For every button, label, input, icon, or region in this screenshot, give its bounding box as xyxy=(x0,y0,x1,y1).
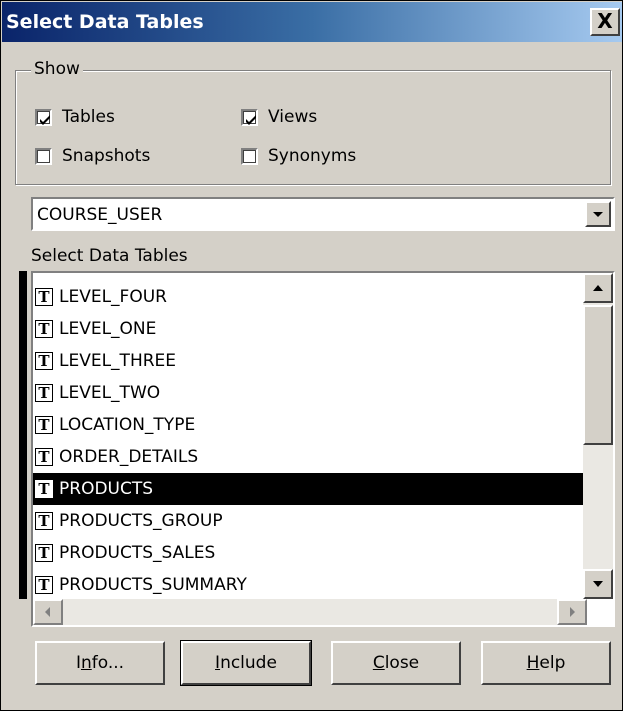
list-item-label: LEVEL_FOUR xyxy=(59,287,167,307)
owner-dropdown[interactable]: COURSE_USER xyxy=(31,197,615,231)
list-item[interactable]: T PRODUCTS_SALES xyxy=(33,537,587,569)
table-icon: T xyxy=(35,288,53,306)
list-item[interactable]: T LEVEL_THREE xyxy=(33,345,587,377)
dialog-title: Select Data Tables xyxy=(6,11,204,33)
views-checkbox[interactable]: Views xyxy=(241,105,317,129)
checkbox-box xyxy=(35,108,52,126)
snapshots-checkbox-label: Snapshots xyxy=(62,146,151,166)
table-icon: T xyxy=(35,320,53,338)
close-label-post: lose xyxy=(384,653,420,673)
close-button[interactable]: Close xyxy=(331,641,461,685)
table-icon: T xyxy=(35,576,53,594)
list-item[interactable]: T PRODUCTS xyxy=(33,473,587,505)
arrow-right-icon xyxy=(570,607,575,617)
arrow-down-icon xyxy=(593,581,603,587)
close-icon: X xyxy=(597,9,613,33)
synonyms-checkbox-label: Synonyms xyxy=(268,146,357,166)
list-item-label: PRODUCTS_GROUP xyxy=(59,511,223,531)
table-icon: T xyxy=(35,448,53,466)
close-label-mnemonic: C xyxy=(372,653,385,673)
arrow-left-icon xyxy=(45,607,50,617)
table-icon: T xyxy=(35,416,53,434)
list-item-label: LEVEL_ONE xyxy=(59,319,157,339)
help-label-mnemonic: H xyxy=(526,653,540,673)
table-icon: T xyxy=(35,352,53,370)
list-item[interactable]: T PRODUCTS_GROUP xyxy=(33,505,587,537)
checkbox-box xyxy=(35,147,52,165)
tables-checkbox[interactable]: Tables xyxy=(35,105,115,129)
horizontal-scrollbar[interactable] xyxy=(33,599,587,625)
tables-list-rows: T LEVEL_FOUR T LEVEL_ONE T LEVEL_THREE T LEVEL_… xyxy=(33,281,587,601)
table-icon: T xyxy=(35,544,53,562)
list-item-label: PRODUCTS xyxy=(59,479,154,499)
info-label-mnemonic: n xyxy=(80,653,92,673)
show-group-label: Show xyxy=(31,59,83,79)
list-item[interactable]: T PRODUCTS_SUMMARY xyxy=(33,569,587,601)
list-item-label: LOCATION_TYPE xyxy=(59,415,196,435)
focus-indicator-bar xyxy=(19,271,27,599)
list-item-label: PRODUCTS_SALES xyxy=(59,543,216,563)
scroll-down-button[interactable] xyxy=(583,569,613,599)
help-button[interactable]: Help xyxy=(481,641,611,685)
table-icon: T xyxy=(35,384,53,402)
arrow-up-icon xyxy=(593,285,603,291)
include-label-post: nclude xyxy=(220,653,277,673)
tables-list-label: Select Data Tables xyxy=(31,246,188,266)
table-icon: T xyxy=(35,512,53,530)
list-item[interactable]: T LEVEL_TWO xyxy=(33,377,587,409)
synonyms-checkbox[interactable]: Synonyms xyxy=(241,144,356,168)
close-window-button[interactable]: X xyxy=(590,8,620,36)
checkbox-box xyxy=(241,108,258,126)
select-data-tables-dialog: Select Data Tables X Show Tables Views S… xyxy=(0,0,623,711)
list-item[interactable]: T LOCATION_TYPE xyxy=(33,409,587,441)
list-item-label: LEVEL_THREE xyxy=(59,351,177,371)
scroll-thumb[interactable] xyxy=(583,305,613,445)
help-label-post: elp xyxy=(539,653,566,673)
owner-dropdown-value: COURSE_USER xyxy=(37,205,163,225)
list-item[interactable]: T LEVEL_ONE xyxy=(33,313,587,345)
vertical-scrollbar[interactable] xyxy=(583,273,613,599)
chevron-down-icon xyxy=(593,212,603,217)
info-label-post: fo... xyxy=(91,653,125,673)
list-item-label: PRODUCTS_SUMMARY xyxy=(59,575,247,595)
dropdown-arrow-button[interactable] xyxy=(585,201,611,227)
tables-listbox[interactable]: T LEVEL_FOUR T LEVEL_ONE T LEVEL_THREE T LEVEL_… xyxy=(31,271,615,627)
include-button[interactable]: Include xyxy=(180,640,312,686)
views-checkbox-label: Views xyxy=(268,107,318,127)
scroll-up-button[interactable] xyxy=(583,273,613,303)
scroll-left-button[interactable] xyxy=(33,599,63,625)
snapshots-checkbox[interactable]: Snapshots xyxy=(35,144,150,168)
list-item-label: LEVEL_TWO xyxy=(59,383,161,403)
list-item[interactable]: T ORDER_DETAILS xyxy=(33,441,587,473)
list-item[interactable]: T LEVEL_FOUR xyxy=(33,281,587,313)
scroll-right-button[interactable] xyxy=(557,599,587,625)
info-button[interactable]: In fo... xyxy=(35,641,165,685)
tables-checkbox-label: Tables xyxy=(62,107,115,127)
table-icon: T xyxy=(35,480,53,498)
checkbox-box xyxy=(241,147,258,165)
title-bar[interactable]: Select Data Tables X xyxy=(2,2,622,42)
list-item-label: ORDER_DETAILS xyxy=(59,447,199,467)
